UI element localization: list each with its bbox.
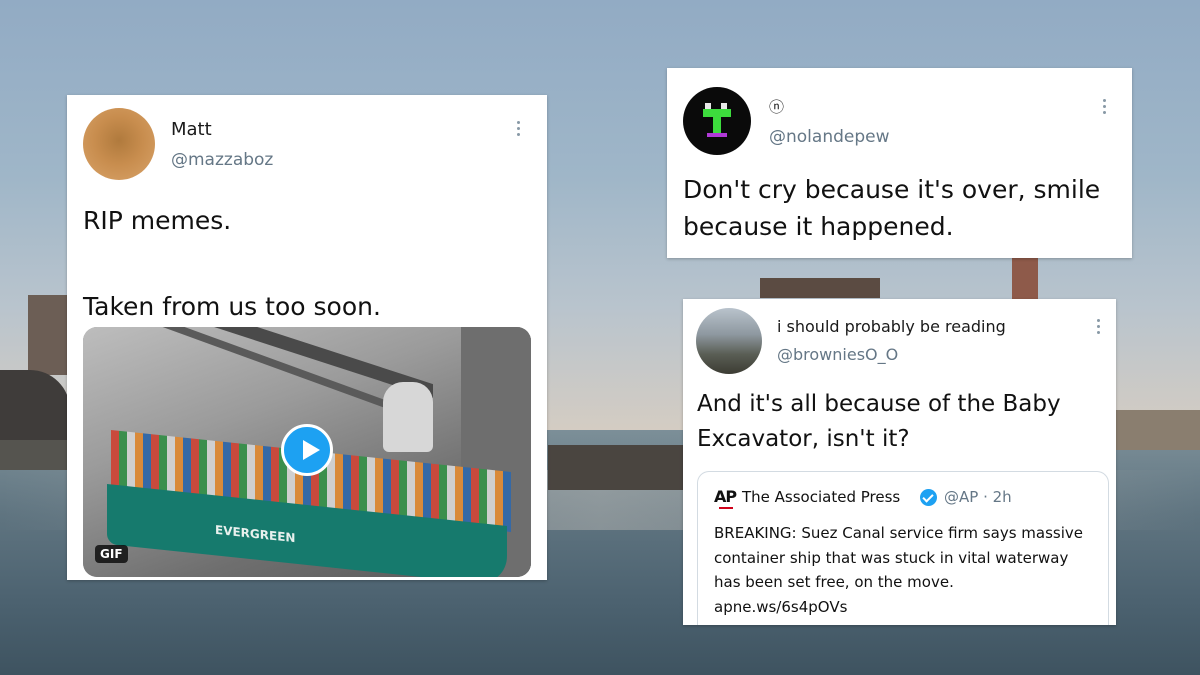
avatar[interactable] bbox=[83, 108, 155, 180]
distant-vessel bbox=[548, 445, 683, 490]
quoted-handle-time: @AP · 2h bbox=[944, 488, 1012, 506]
ap-logo: AP bbox=[714, 487, 737, 509]
gif-badge: GIF bbox=[95, 545, 128, 563]
avatar[interactable] bbox=[683, 87, 751, 155]
quoted-tweet-text: BREAKING: Suez Canal service firm says m… bbox=[714, 524, 1083, 616]
tweet-text: And it's all because of the Baby Excavat… bbox=[697, 391, 1061, 452]
tweet-text: Don't cry because it's over, smile becau… bbox=[683, 175, 1101, 241]
user-handle[interactable]: @nolandepew bbox=[769, 127, 890, 147]
avatar[interactable] bbox=[696, 308, 762, 374]
gif-media[interactable]: EVERGREEN GIF bbox=[83, 327, 531, 577]
quoted-display-name[interactable]: The Associated Press bbox=[742, 488, 900, 506]
tweet-card-brownies[interactable]: i should probably be reading @browniesO_… bbox=[683, 299, 1116, 625]
display-name[interactable]: ⓝ bbox=[769, 96, 784, 117]
container-stack bbox=[28, 295, 68, 375]
crane bbox=[1012, 258, 1038, 300]
user-handle[interactable]: @mazzaboz bbox=[171, 150, 273, 170]
shore-right bbox=[1110, 410, 1200, 450]
gif-person bbox=[383, 382, 433, 452]
display-name[interactable]: i should probably be reading bbox=[777, 317, 1006, 336]
shore-left bbox=[0, 440, 70, 470]
tweet-text: RIP memes. Taken from us too soon. bbox=[83, 206, 381, 321]
verified-badge-icon bbox=[920, 489, 937, 506]
more-options-icon[interactable] bbox=[1097, 319, 1100, 337]
play-icon[interactable] bbox=[281, 424, 333, 476]
tweet-card-nolandepew[interactable]: ⓝ @nolandepew Don't cry because it's ove… bbox=[667, 68, 1132, 258]
more-options-icon[interactable] bbox=[517, 121, 520, 139]
quoted-tweet[interactable]: AP The Associated Press @AP · 2h BREAKIN… bbox=[697, 471, 1109, 625]
barge bbox=[760, 278, 880, 298]
display-name[interactable]: Matt bbox=[171, 119, 212, 140]
pixel-frog-icon bbox=[703, 103, 731, 139]
tweet-card-matt[interactable]: Matt @mazzaboz RIP memes. Taken from us … bbox=[67, 95, 547, 580]
user-handle[interactable]: @browniesO_O bbox=[777, 345, 898, 364]
more-options-icon[interactable] bbox=[1103, 99, 1106, 117]
